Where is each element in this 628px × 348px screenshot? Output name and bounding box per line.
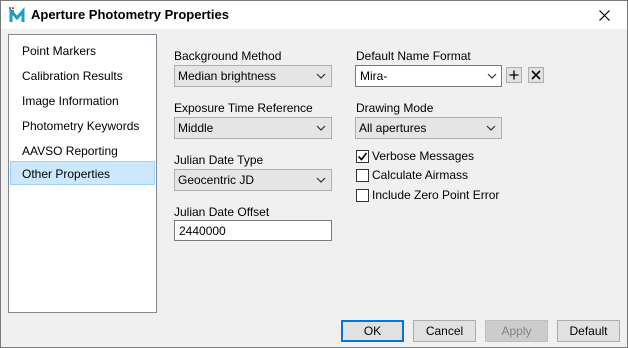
ok-button[interactable]: OK	[341, 320, 404, 342]
background-method-value: Median brightness	[178, 69, 277, 83]
x-icon	[531, 70, 541, 80]
julian-date-offset-input[interactable]	[175, 221, 331, 240]
properties-dialog: Aperture Photometry Properties Point Mar…	[0, 0, 628, 348]
close-button[interactable]	[581, 1, 627, 29]
window-title: Aperture Photometry Properties	[31, 7, 229, 22]
close-icon	[598, 9, 610, 21]
exposure-time-reference-value: Middle	[178, 121, 214, 135]
app-icon	[8, 6, 26, 24]
verbose-messages-checkbox[interactable]: Verbose Messages	[356, 148, 474, 164]
exposure-time-reference-label: Exposure Time Reference	[174, 101, 313, 115]
background-method-select[interactable]: Median brightness	[174, 65, 332, 87]
checkmark-icon	[357, 152, 368, 161]
include-zero-point-error-label: Include Zero Point Error	[372, 188, 500, 202]
chevron-down-icon	[316, 73, 326, 79]
default-name-format-combo[interactable]: Mira-	[355, 65, 502, 87]
nav-item-photometry-keywords[interactable]: Photometry Keywords	[10, 113, 155, 137]
checkbox-box[interactable]	[356, 149, 369, 163]
julian-date-type-select[interactable]: Geocentric JD	[174, 169, 332, 191]
default-name-format-label: Default Name Format	[356, 49, 471, 63]
checkbox-box[interactable]	[356, 188, 369, 202]
default-button[interactable]: Default	[557, 320, 620, 342]
calculate-airmass-label: Calculate Airmass	[372, 168, 469, 182]
checkbox-box[interactable]	[356, 168, 369, 182]
plus-icon	[509, 70, 519, 80]
apply-button[interactable]: Apply	[485, 320, 548, 342]
add-name-format-button[interactable]	[506, 67, 522, 83]
default-name-format-value: Mira-	[360, 69, 388, 83]
title-bar: Aperture Photometry Properties	[1, 1, 627, 29]
chevron-down-icon	[316, 125, 326, 131]
nav-item-aavso-reporting[interactable]: AAVSO Reporting	[10, 138, 155, 162]
background-method-label: Background Method	[174, 49, 282, 63]
nav-item-calibration-results[interactable]: Calibration Results	[10, 63, 155, 87]
exposure-time-reference-select[interactable]: Middle	[174, 117, 332, 139]
julian-date-type-value: Geocentric JD	[178, 173, 255, 187]
verbose-messages-label: Verbose Messages	[372, 149, 475, 163]
remove-name-format-button[interactable]	[528, 67, 544, 83]
nav-item-other-properties[interactable]: Other Properties	[10, 161, 155, 185]
calculate-airmass-checkbox[interactable]: Calculate Airmass	[356, 167, 468, 183]
chevron-down-icon	[316, 177, 326, 183]
category-list: Point Markers Calibration Results Image …	[8, 34, 157, 313]
drawing-mode-select[interactable]: All apertures	[355, 117, 502, 139]
nav-item-point-markers[interactable]: Point Markers	[10, 38, 155, 62]
julian-date-offset-label: Julian Date Offset	[174, 205, 270, 219]
drawing-mode-value: All apertures	[359, 121, 427, 135]
chevron-down-icon	[487, 73, 497, 79]
nav-item-image-information[interactable]: Image Information	[10, 88, 155, 112]
drawing-mode-label: Drawing Mode	[356, 101, 434, 115]
cancel-button[interactable]: Cancel	[413, 320, 476, 342]
chevron-down-icon	[486, 125, 496, 131]
julian-date-type-label: Julian Date Type	[174, 153, 264, 167]
julian-date-offset-field[interactable]	[174, 220, 332, 241]
include-zero-point-error-checkbox[interactable]: Include Zero Point Error	[356, 187, 499, 203]
